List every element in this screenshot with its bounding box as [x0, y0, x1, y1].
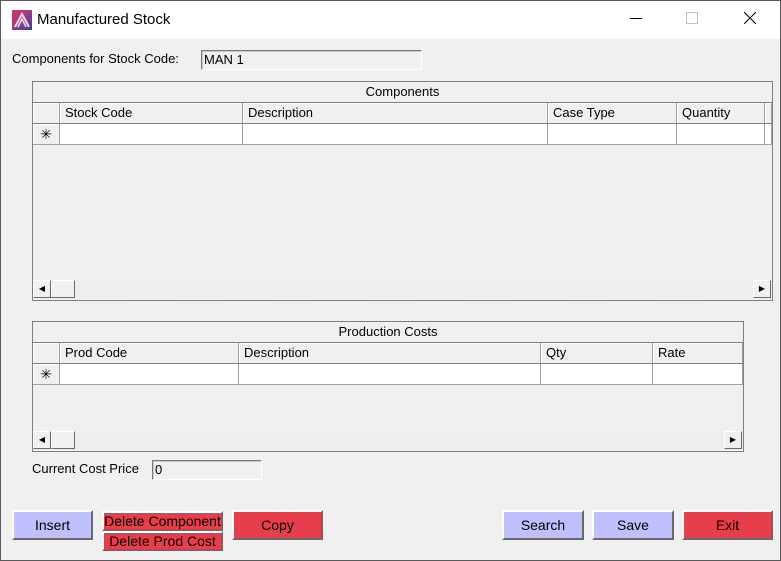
components-grid: Components Stock Code Description Case T…: [32, 81, 773, 301]
production-new-row[interactable]: ✳: [33, 364, 743, 385]
cell-description[interactable]: [243, 124, 548, 144]
manufactured-stock-window: Manufactured Stock Components for Stock …: [0, 0, 781, 561]
arrow-left-icon: ◀: [38, 284, 46, 293]
search-button[interactable]: Search: [502, 510, 584, 540]
cell-prod-code[interactable]: [60, 364, 239, 384]
close-icon: [743, 11, 757, 29]
scroll-thumb[interactable]: [51, 431, 75, 449]
minimize-icon: [630, 11, 642, 29]
column-header-case-type[interactable]: Case Type: [548, 103, 677, 123]
cell-case-type[interactable]: [548, 124, 677, 144]
components-caption: Components: [33, 82, 772, 103]
components-horizontal-scrollbar[interactable]: ◀ ▶: [33, 280, 772, 298]
column-header-extra[interactable]: [765, 103, 772, 123]
cell-quantity[interactable]: [677, 124, 765, 144]
scroll-right-button[interactable]: ▶: [724, 431, 742, 449]
cost-price-field[interactable]: 0: [152, 460, 262, 480]
scroll-right-button[interactable]: ▶: [753, 280, 771, 298]
minimize-button[interactable]: [613, 1, 659, 39]
save-button[interactable]: Save: [592, 510, 674, 540]
cell-extra[interactable]: [765, 124, 772, 144]
column-header-quantity[interactable]: Quantity: [677, 103, 765, 123]
cell-qty[interactable]: [541, 364, 653, 384]
scroll-left-button[interactable]: ◀: [33, 431, 51, 449]
title-bar: Manufactured Stock: [1, 1, 780, 39]
app-logo-icon: [12, 10, 32, 30]
arrow-left-icon: ◀: [38, 435, 46, 444]
cell-description[interactable]: [239, 364, 541, 384]
exit-button[interactable]: Exit: [682, 510, 773, 540]
delete-component-button[interactable]: Delete Component: [102, 511, 223, 531]
cell-rate[interactable]: [653, 364, 743, 384]
cell-stock-code[interactable]: [60, 124, 243, 144]
column-header-prod-code[interactable]: Prod Code: [60, 343, 239, 363]
arrow-right-icon: ▶: [758, 284, 766, 293]
delete-prod-cost-button[interactable]: Delete Prod Cost: [102, 531, 223, 551]
scroll-thumb[interactable]: [51, 280, 75, 298]
column-header-qty[interactable]: Qty: [541, 343, 653, 363]
production-horizontal-scrollbar[interactable]: ◀ ▶: [33, 431, 743, 449]
window-title: Manufactured Stock: [37, 11, 171, 28]
column-header-stock-code[interactable]: Stock Code: [60, 103, 243, 123]
stock-code-field[interactable]: MAN 1: [201, 50, 422, 70]
column-header-description[interactable]: Description: [239, 343, 541, 363]
production-header-row: Prod Code Description Qty Rate: [33, 343, 743, 364]
stock-code-label: Components for Stock Code:: [12, 51, 179, 66]
components-new-row[interactable]: ✳: [33, 124, 772, 145]
scroll-left-button[interactable]: ◀: [33, 280, 51, 298]
copy-button[interactable]: Copy: [232, 510, 323, 540]
row-selector-header: [33, 103, 60, 123]
close-button[interactable]: [727, 1, 773, 39]
column-header-description[interactable]: Description: [243, 103, 548, 123]
cost-price-label: Current Cost Price: [32, 461, 139, 476]
components-header-row: Stock Code Description Case Type Quantit…: [33, 103, 772, 124]
row-selector-header: [33, 343, 60, 363]
new-row-indicator-icon: ✳: [33, 364, 60, 384]
column-header-rate[interactable]: Rate: [653, 343, 743, 363]
maximize-button[interactable]: [669, 1, 715, 39]
arrow-right-icon: ▶: [729, 435, 737, 444]
production-costs-caption: Production Costs: [33, 322, 743, 343]
new-row-indicator-icon: ✳: [33, 124, 60, 144]
insert-button[interactable]: Insert: [12, 510, 93, 540]
maximize-icon: [686, 11, 698, 29]
production-costs-grid: Production Costs Prod Code Description Q…: [32, 321, 744, 452]
